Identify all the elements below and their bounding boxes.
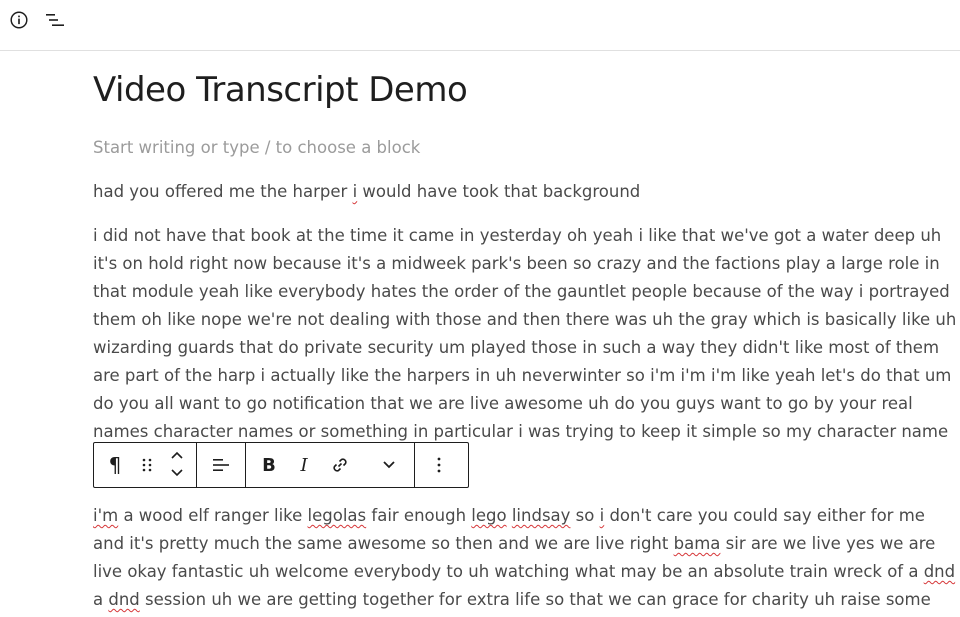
paragraph-line: that module yeah like everybody hates th… bbox=[93, 282, 950, 301]
block-mover bbox=[158, 443, 196, 487]
post-title[interactable]: Video Transcript Demo bbox=[93, 70, 468, 110]
options-group bbox=[415, 443, 463, 487]
move-up-icon[interactable] bbox=[170, 447, 184, 465]
paragraph-text: so bbox=[570, 506, 600, 525]
alignment-group bbox=[197, 443, 246, 487]
paragraph-text: a bbox=[93, 590, 109, 609]
editor-header bbox=[0, 0, 960, 51]
link-icon[interactable] bbox=[316, 443, 364, 487]
bold-icon[interactable]: B bbox=[246, 443, 292, 487]
paragraph-line: them oh like nope we're not dealing with… bbox=[93, 310, 957, 329]
italic-icon[interactable]: I bbox=[292, 443, 316, 487]
misspelled-word: lindsay bbox=[511, 506, 571, 525]
paragraph-block-1[interactable]: had you offered me the harper i would ha… bbox=[93, 178, 923, 206]
paragraph-icon[interactable]: ¶ bbox=[94, 443, 136, 487]
paragraph-text: had you offered me the harper bbox=[93, 182, 353, 201]
paragraph-block-2[interactable]: i did not have that book at the time it … bbox=[93, 222, 957, 446]
paragraph-text: fair enough bbox=[366, 506, 472, 525]
misspelled-word: legolas bbox=[307, 506, 367, 525]
list-view-icon[interactable] bbox=[43, 8, 67, 32]
paragraph-text: session uh we are getting together for e… bbox=[139, 590, 931, 609]
block-controls-group: ¶ bbox=[94, 443, 197, 487]
paragraph-text: live okay fantastic uh welcome everybody… bbox=[93, 562, 924, 581]
paragraph-text: sir are we live yes we are bbox=[720, 534, 936, 553]
paragraph-line: i did not have that book at the time it … bbox=[93, 226, 942, 245]
paragraph-line: and it's pretty much the same awesome so… bbox=[93, 530, 935, 558]
drag-handle-icon[interactable] bbox=[136, 443, 158, 487]
misspelled-word: i'm bbox=[93, 506, 119, 525]
paragraph-text: and it's pretty much the same awesome so… bbox=[93, 534, 674, 553]
paragraph-line: do you all want to go notification that … bbox=[93, 394, 913, 413]
misspelled-word: lego bbox=[471, 506, 507, 525]
block-toolbar: ¶ B I bbox=[93, 442, 469, 488]
paragraph-line: live okay fantastic uh welcome everybody… bbox=[93, 558, 955, 586]
formatting-group: B I bbox=[246, 443, 415, 487]
paragraph-text: don't care you could say either for me bbox=[604, 506, 925, 525]
paragraph-line: a dnd session uh we are getting together… bbox=[93, 586, 931, 614]
paragraph-text: would have took that background bbox=[357, 182, 641, 201]
paragraph-line: wizarding guards that do private securit… bbox=[93, 338, 940, 357]
move-down-icon[interactable] bbox=[170, 465, 184, 483]
misspelled-word: dnd bbox=[923, 562, 956, 581]
paragraph-text: a wood elf ranger like bbox=[118, 506, 308, 525]
more-options-icon[interactable] bbox=[415, 443, 463, 487]
misspelled-word: bama bbox=[673, 534, 721, 553]
paragraph-line: are part of the harp i actually like the… bbox=[93, 366, 952, 385]
block-placeholder[interactable]: Start writing or type / to choose a bloc… bbox=[93, 134, 923, 162]
paragraph-line: it's on hold right now because it's a mi… bbox=[93, 254, 940, 273]
paragraph-block-3[interactable]: i'm a wood elf ranger like legolas fair … bbox=[93, 502, 955, 614]
align-left-icon[interactable] bbox=[197, 443, 245, 487]
paragraph-line: i'm a wood elf ranger like legolas fair … bbox=[93, 502, 925, 530]
misspelled-word: dnd bbox=[108, 590, 140, 609]
info-icon[interactable] bbox=[7, 8, 31, 32]
chevron-down-icon[interactable] bbox=[364, 443, 414, 487]
